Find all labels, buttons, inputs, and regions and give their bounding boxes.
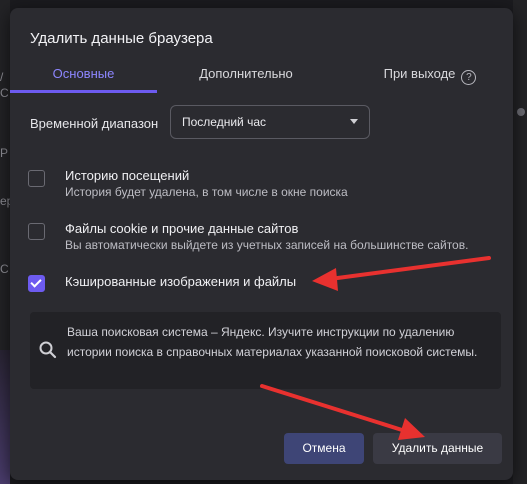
tab-advanced[interactable]: Дополнительно [157, 62, 335, 92]
background-right-edge [513, 0, 527, 484]
background-dot [517, 108, 525, 116]
info-text: Ваша поисковая система – Яндекс. Изучите… [67, 325, 478, 359]
bg-fragment: C [0, 262, 9, 276]
option-title: Кэшированные изображения и файлы [65, 274, 297, 289]
dialog-title: Удалить данные браузера [30, 30, 213, 47]
tab-basic-label: Основные [52, 66, 115, 81]
history-checkbox[interactable] [28, 170, 45, 187]
search-engine-info: Ваша поисковая система – Яндекс. Изучите… [30, 312, 501, 389]
delete-data-button[interactable]: Удалить данные [373, 433, 502, 464]
tab-advanced-label: Дополнительно [199, 66, 293, 81]
tab-basic[interactable]: Основные [10, 62, 157, 92]
tab-on-exit[interactable]: При выходе? [365, 62, 495, 92]
option-title: Файлы cookie и прочие данные сайтов [65, 221, 299, 236]
cancel-button[interactable]: Отмена [284, 433, 364, 464]
option-description: Вы автоматически выйдете из учетных запи… [65, 238, 469, 252]
question-circle-icon[interactable]: ? [461, 70, 477, 85]
option-title: Историю посещений [65, 168, 190, 183]
bg-fragment: Р [0, 146, 9, 160]
time-range-select[interactable]: Последний час [170, 105, 370, 139]
bg-fragment: / [0, 70, 4, 84]
option-description: История будет удалена, в том числе в окн… [65, 185, 348, 199]
cookies-checkbox[interactable] [28, 223, 45, 240]
cache-checkbox[interactable] [28, 275, 45, 292]
time-range-value: Последний час [182, 115, 267, 129]
caret-down-icon [350, 119, 358, 124]
background-left-edge: / С Р ер C [0, 0, 13, 484]
tab-bar: Основные Дополнительно При выходе? [10, 62, 513, 94]
active-tab-indicator [10, 90, 157, 93]
tab-on-exit-label: При выходе [383, 66, 456, 81]
search-icon [39, 341, 57, 359]
bg-fragment: С [0, 86, 9, 100]
time-range-label: Временной диапазон [30, 116, 159, 131]
background-image-fragment [0, 350, 10, 484]
clear-browsing-data-dialog: Удалить данные браузера Основные Дополни… [10, 8, 513, 480]
